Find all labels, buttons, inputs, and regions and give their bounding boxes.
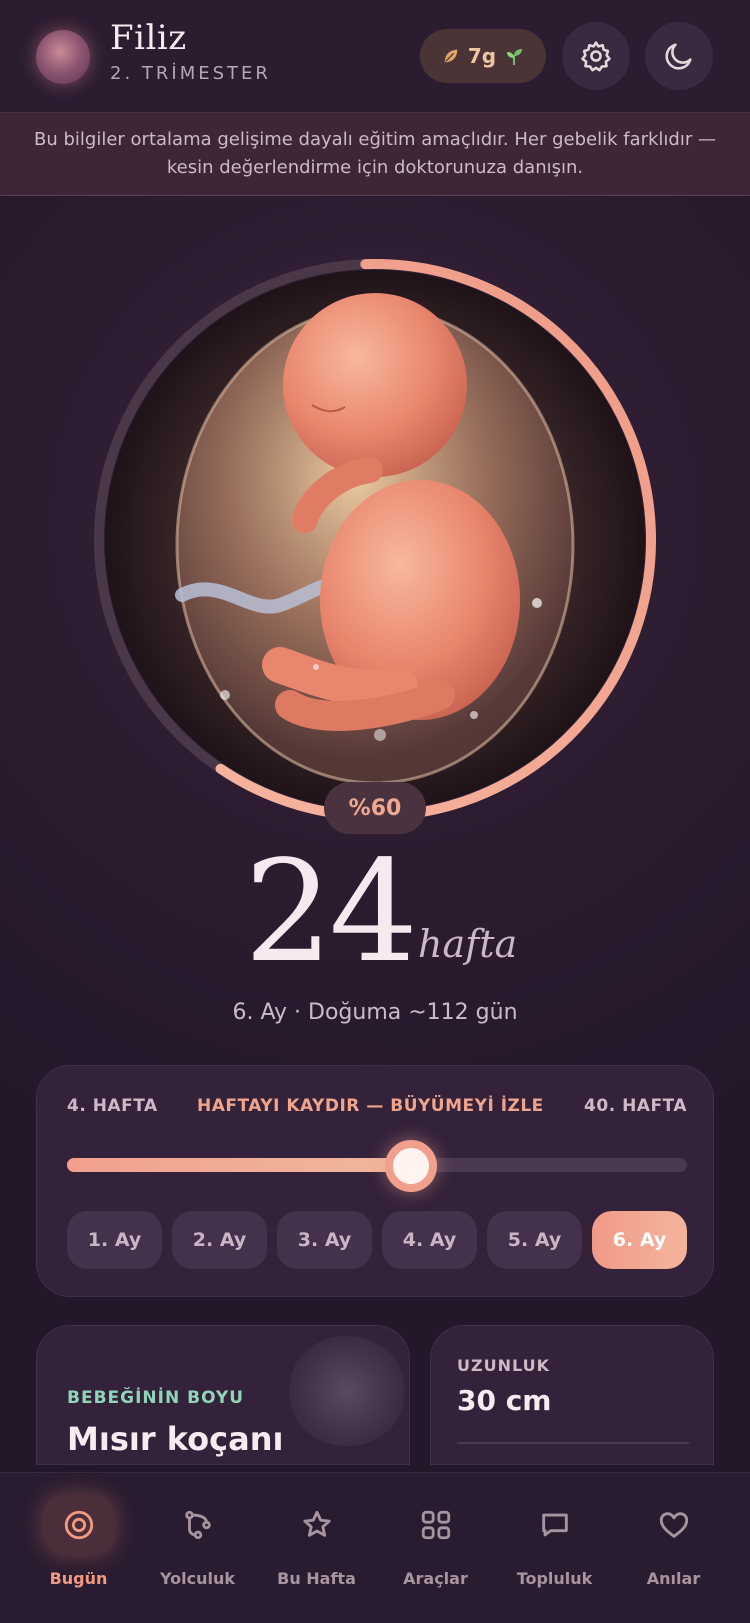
grid-icon [421,1510,450,1540]
baby-size-card[interactable]: BEBEĞİNİN BOYU Mısır koçanı [36,1325,410,1465]
slider-min-label: 4. HAFTA [67,1096,158,1116]
nav-item-yolculuk[interactable]: Yolculuk [138,1473,257,1593]
nav-icon-wrap [162,1495,234,1555]
week-slider-track[interactable] [67,1158,687,1172]
baby-size-label: BEBEĞİNİN BOYU [67,1388,245,1408]
user-name: Filiz [110,18,187,58]
slider-labels: 4. HAFTA HAFTAYI KAYDIR — BÜYÜMEYİ İZLE … [67,1096,687,1122]
nav-icon-wrap [638,1495,710,1555]
disclaimer-banner: Bu bilgiler ortalama gelişime dayalı eği… [0,112,750,196]
sprout-icon [507,49,523,65]
size-illustration [287,1336,407,1446]
nav-icon-wrap [42,1495,115,1555]
nav-icon-wrap [400,1495,472,1555]
measurements-card[interactable]: UZUNLUK 30 cm [430,1325,714,1465]
nav-item-bugun[interactable]: Bugün [19,1473,138,1593]
nav-label: Anılar [646,1569,701,1588]
month-chip-4[interactable]: 4. Ay [382,1211,477,1269]
disclaimer-text: Bu bilgiler ortalama gelişime dayalı eği… [34,129,716,178]
nav-label: Topluluk [516,1569,593,1588]
trimester-label: 2. TRİMESTER [110,63,271,84]
nav-icon-wrap [519,1495,591,1555]
settings-button[interactable] [562,22,630,90]
moon-icon [665,43,692,70]
week-slider-card: 4. HAFTA HAFTAYI KAYDIR — BÜYÜMEYİ İZLE … [36,1065,714,1297]
streak-badge[interactable]: 7g [420,29,546,83]
route-icon [184,1510,211,1540]
week-number: 24 [244,831,418,994]
week-subtitle: 6. Ay · Doğuma ~112 gün [232,1000,518,1025]
chat-icon [541,1513,568,1537]
app-header: Filiz 2. TRİMESTER 7g [0,0,750,112]
progress-percent-badge: %60 [324,782,426,834]
gear-icon [581,41,611,72]
nav-label: Araçlar [403,1569,468,1588]
slider-max-label: 40. HAFTA [584,1096,687,1116]
avatar[interactable] [36,30,90,84]
nav-item-bu-hafta[interactable]: Bu Hafta [257,1473,376,1593]
nav-item-anilar[interactable]: Anılar [614,1473,733,1593]
nav-item-araclar[interactable]: Araçlar [376,1473,495,1593]
heart-icon [659,1512,688,1538]
streak-count: 7g [467,44,497,68]
theme-toggle-button[interactable] [645,22,713,90]
stat-divider [457,1442,689,1444]
baby-size-value: Mısır koçanı [67,1420,284,1458]
length-label: UZUNLUK [457,1356,550,1375]
month-chip-1[interactable]: 1. Ay [67,1211,162,1269]
slider-title: HAFTAYI KAYDIR — BÜYÜMEYİ İZLE [197,1096,544,1116]
week-slider-fill [67,1158,412,1172]
star-icon [302,1510,331,1537]
length-value: 30 cm [457,1384,552,1417]
fetus-illustration [93,258,656,821]
nav-icon-wrap [281,1495,353,1555]
progress-ring [90,255,660,825]
leaf-icon [444,49,458,63]
month-chips: 1. Ay 2. Ay 3. Ay 4. Ay 5. Ay 6. Ay [67,1211,687,1269]
month-chip-2[interactable]: 2. Ay [172,1211,267,1269]
nav-label: Yolculuk [160,1569,235,1588]
month-chip-5[interactable]: 5. Ay [487,1211,582,1269]
week-unit: hafta [418,922,518,966]
nav-item-topluluk[interactable]: Topluluk [495,1473,614,1593]
bottom-navigation: Bugün Yolculuk Bu Hafta Araçlar Topluluk… [0,1472,750,1623]
month-chip-3[interactable]: 3. Ay [277,1211,372,1269]
month-chip-6[interactable]: 6. Ay [592,1211,687,1269]
target-icon [64,1510,93,1540]
nav-label: Bu Hafta [277,1569,356,1588]
week-slider-thumb[interactable] [385,1140,438,1192]
nav-label: Bugün [49,1569,108,1588]
